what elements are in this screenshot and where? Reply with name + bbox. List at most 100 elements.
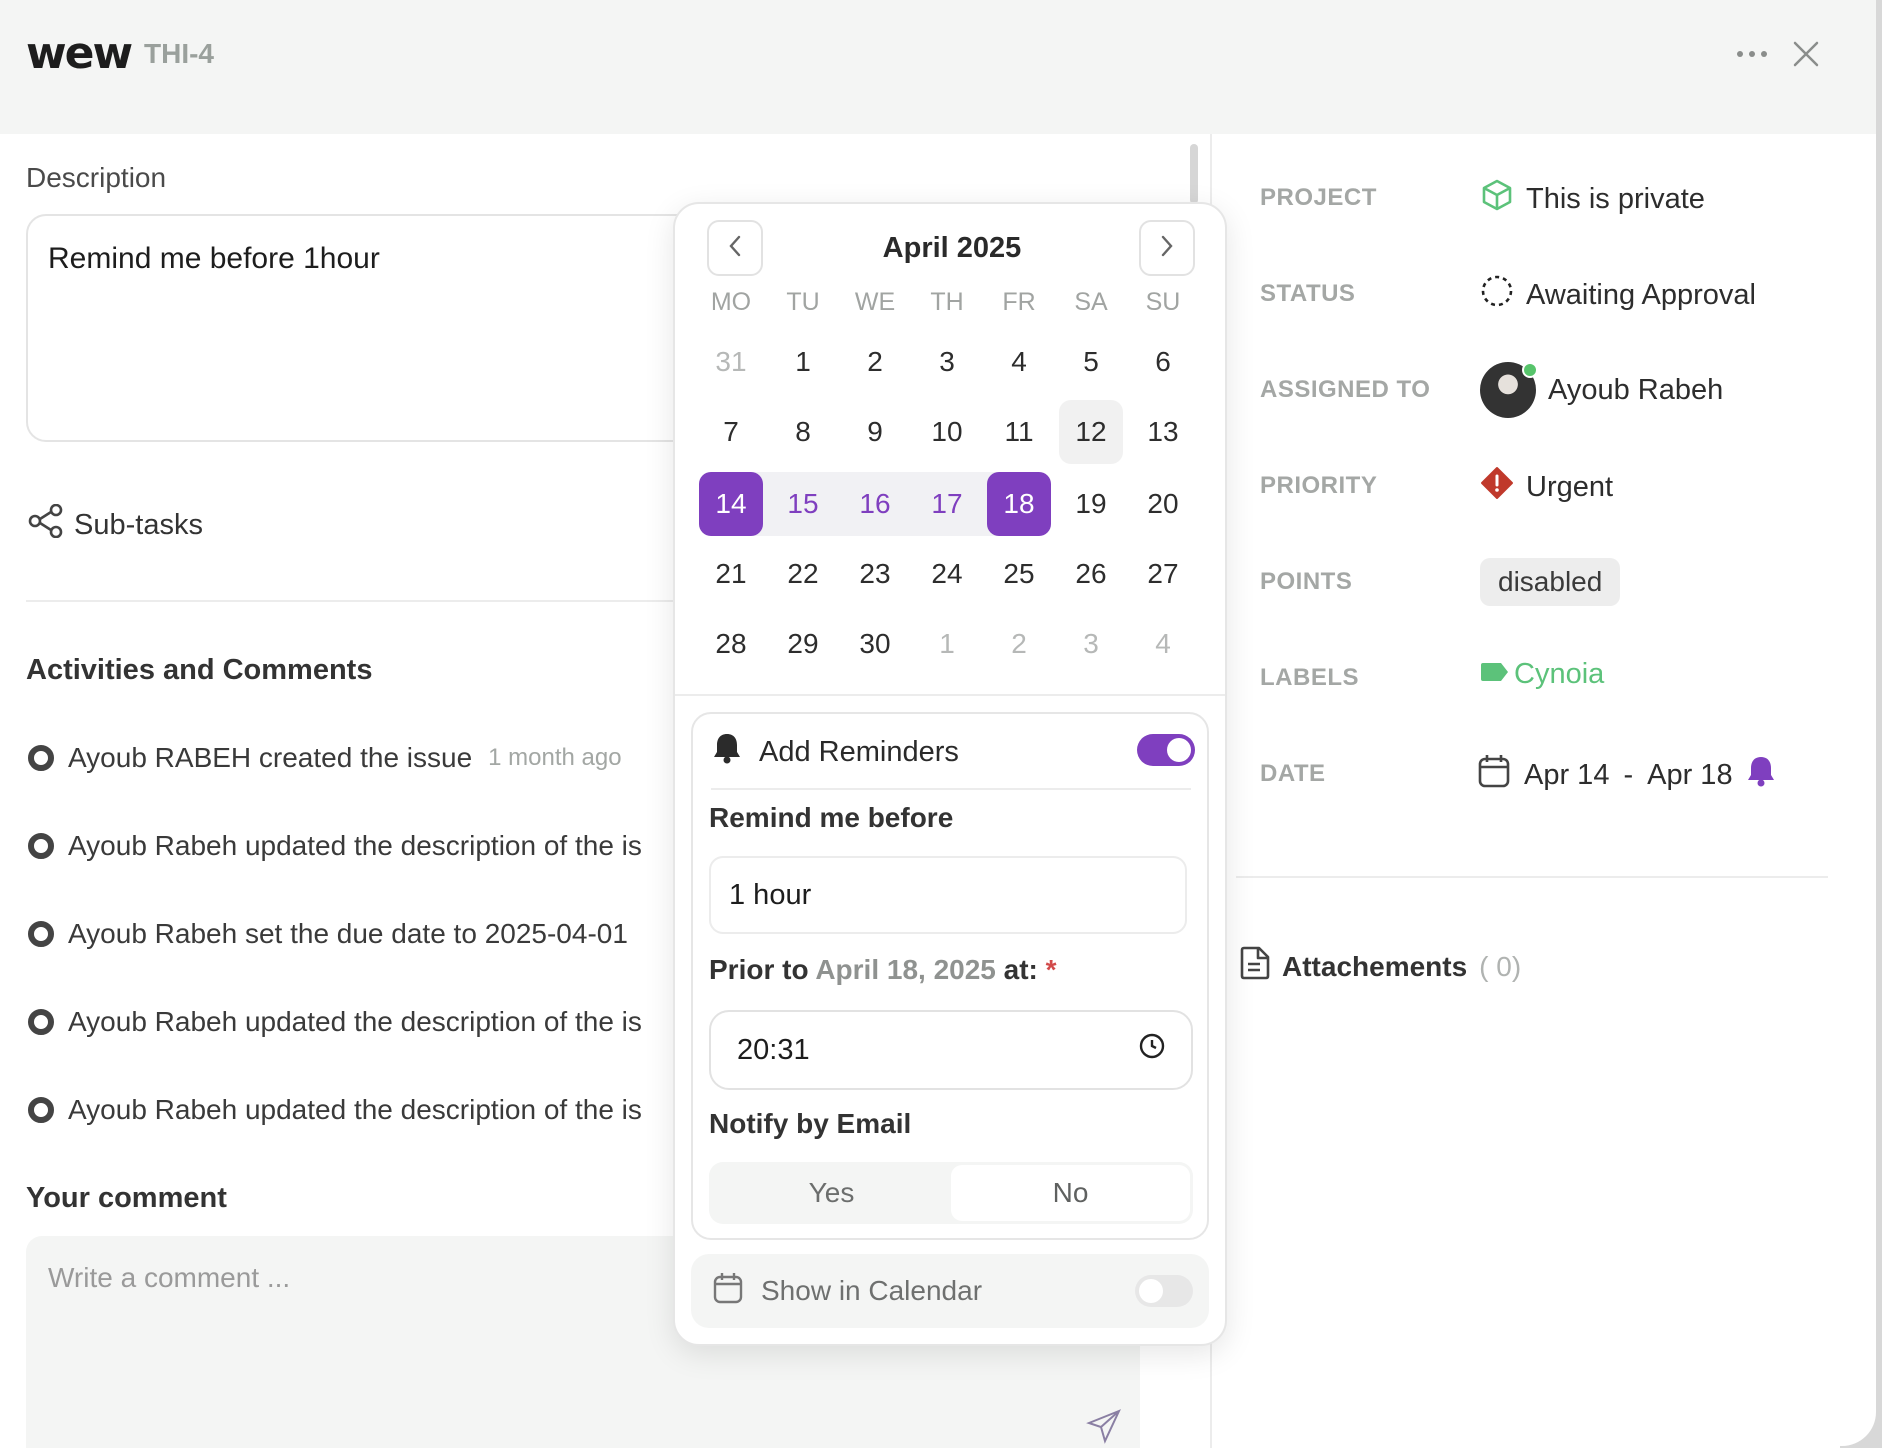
date-separator: -: [1623, 758, 1634, 791]
weekday-label: WE: [854, 288, 896, 316]
activity-item: Ayoub RABEH created the issue 1 month ag…: [28, 742, 678, 774]
calendar-day[interactable]: 28: [699, 612, 763, 676]
weekday-label: SU: [1145, 288, 1181, 316]
calendar-icon: [1478, 754, 1510, 796]
points-label: POINTS: [1260, 568, 1353, 595]
attachments-label: Attachements: [1282, 950, 1468, 982]
calendar-day[interactable]: 21: [699, 542, 763, 606]
calendar-day[interactable]: 30: [843, 612, 907, 676]
calendar-day[interactable]: 3: [915, 330, 979, 394]
activity-text: Ayoub Rabeh updated the description of t…: [68, 1006, 642, 1037]
status-value[interactable]: Awaiting Approval: [1480, 274, 1756, 316]
weekday-label: FR: [1002, 288, 1036, 316]
description-label: Description: [26, 162, 167, 193]
calendar-day[interactable]: 23: [843, 542, 907, 606]
show-in-calendar-toggle[interactable]: [1135, 1275, 1193, 1307]
activity-item: Ayoub Rabeh updated the description of t…: [28, 1094, 678, 1126]
window-edge: [1876, 0, 1882, 1448]
calendar-day[interactable]: 8: [771, 400, 835, 464]
subtasks-label: Sub-tasks: [74, 508, 203, 541]
notify-no-button[interactable]: No: [951, 1165, 1190, 1221]
date-picker-popover: April 2025 MO TU WE TH FR SA SU 31 1 2 3…: [673, 202, 1227, 1346]
calendar-day[interactable]: 5: [1059, 330, 1123, 394]
remind-before-input[interactable]: 1 hour: [709, 856, 1187, 934]
assigned-to-label: ASSIGNED TO: [1260, 376, 1431, 403]
close-icon[interactable]: [1788, 36, 1824, 72]
next-month-button[interactable]: [1139, 220, 1195, 276]
calendar-day[interactable]: 3: [1059, 612, 1123, 676]
toggle-knob: [1139, 1279, 1163, 1303]
prior-to-suffix: at:: [1003, 954, 1038, 985]
comment-title: Your comment: [26, 1182, 227, 1214]
more-options-icon[interactable]: [1734, 36, 1770, 72]
calendar-day[interactable]: 29: [771, 612, 835, 676]
prior-to-date: April 18, 2025: [815, 954, 996, 985]
calendar-day[interactable]: 4: [1131, 612, 1195, 676]
header: wew THI-4: [0, 0, 1876, 134]
activity-text: Ayoub Rabeh updated the description of t…: [68, 830, 642, 861]
calendar-day[interactable]: 1: [915, 612, 979, 676]
subtasks-button[interactable]: Sub-tasks: [28, 503, 203, 546]
labels-value[interactable]: Cynoia: [1480, 658, 1604, 691]
calendar-day[interactable]: 1: [771, 330, 835, 394]
attachments-section[interactable]: Attachements ( 0): [1240, 946, 1521, 987]
label-text: Cynoia: [1514, 658, 1605, 690]
calendar-day[interactable]: 6: [1131, 330, 1195, 394]
calendar-day[interactable]: 2: [987, 612, 1051, 676]
calendar-icon: [713, 1272, 743, 1311]
calendar-day[interactable]: 2: [843, 330, 907, 394]
calendar-day[interactable]: 19: [1059, 472, 1123, 536]
calendar-day[interactable]: 4: [987, 330, 1051, 394]
calendar-day[interactable]: 27: [1131, 542, 1195, 606]
subtasks-icon: [28, 503, 64, 546]
tag-icon: [1480, 658, 1510, 691]
calendar-day-in-range[interactable]: 15: [771, 472, 835, 536]
calendar-day-in-range[interactable]: 17: [915, 472, 979, 536]
activity-dot-icon: [28, 833, 54, 859]
calendar-day-range-end[interactable]: 18: [987, 472, 1051, 536]
calendar-day-today[interactable]: 12: [1059, 400, 1123, 464]
date-value[interactable]: Apr 14 - Apr 18: [1478, 754, 1775, 796]
description-field[interactable]: Remind me before 1hour: [26, 214, 726, 442]
status-label: STATUS: [1260, 280, 1356, 307]
scrollbar[interactable]: [1190, 144, 1198, 204]
project-name: This is private: [1526, 182, 1705, 215]
priority-value[interactable]: Urgent: [1480, 466, 1613, 508]
activities-title: Activities and Comments: [26, 654, 373, 686]
document-icon: [1240, 946, 1270, 987]
assignee-name: Ayoub Rabeh: [1548, 373, 1724, 406]
points-value[interactable]: disabled: [1480, 558, 1621, 606]
activity-time: 1 month ago: [488, 744, 622, 771]
calendar-day-range-start[interactable]: 14: [699, 472, 763, 536]
priority-text: Urgent: [1526, 470, 1614, 503]
weekday-label: SA: [1074, 288, 1108, 316]
calendar-day[interactable]: 11: [987, 400, 1051, 464]
calendar-day[interactable]: 24: [915, 542, 979, 606]
time-input[interactable]: 20:31: [709, 1010, 1193, 1090]
divider: [711, 788, 1191, 790]
weekday-label: MO: [710, 288, 752, 316]
calendar-day[interactable]: 31: [699, 330, 763, 394]
clock-icon: [1139, 1033, 1165, 1067]
divider: [675, 694, 1225, 696]
send-icon[interactable]: [1086, 1408, 1122, 1444]
notify-yes-button[interactable]: Yes: [712, 1165, 951, 1221]
weekday-label: TU: [786, 288, 820, 316]
toggle-knob: [1167, 738, 1191, 762]
calendar-day[interactable]: 13: [1131, 400, 1195, 464]
calendar-day[interactable]: 26: [1059, 542, 1123, 606]
calendar-day[interactable]: 9: [843, 400, 907, 464]
reminders-toggle[interactable]: [1137, 734, 1195, 766]
calendar-day[interactable]: 20: [1131, 472, 1195, 536]
calendar-day[interactable]: 10: [915, 400, 979, 464]
calendar-day[interactable]: 25: [987, 542, 1051, 606]
assignee-value[interactable]: Ayoub Rabeh: [1480, 362, 1723, 418]
reminders-card: Add Reminders Remind me before 1 hour Pr…: [691, 712, 1209, 1240]
activity-item: Ayoub Rabeh set the due date to 2025-04-…: [28, 918, 678, 950]
calendar-day-in-range[interactable]: 16: [843, 472, 907, 536]
calendar-day[interactable]: 22: [771, 542, 835, 606]
project-value[interactable]: This is private: [1480, 178, 1705, 220]
activity-text: Ayoub RABEH created the issue: [68, 742, 473, 773]
online-indicator: [1522, 362, 1538, 378]
calendar-day[interactable]: 7: [699, 400, 763, 464]
